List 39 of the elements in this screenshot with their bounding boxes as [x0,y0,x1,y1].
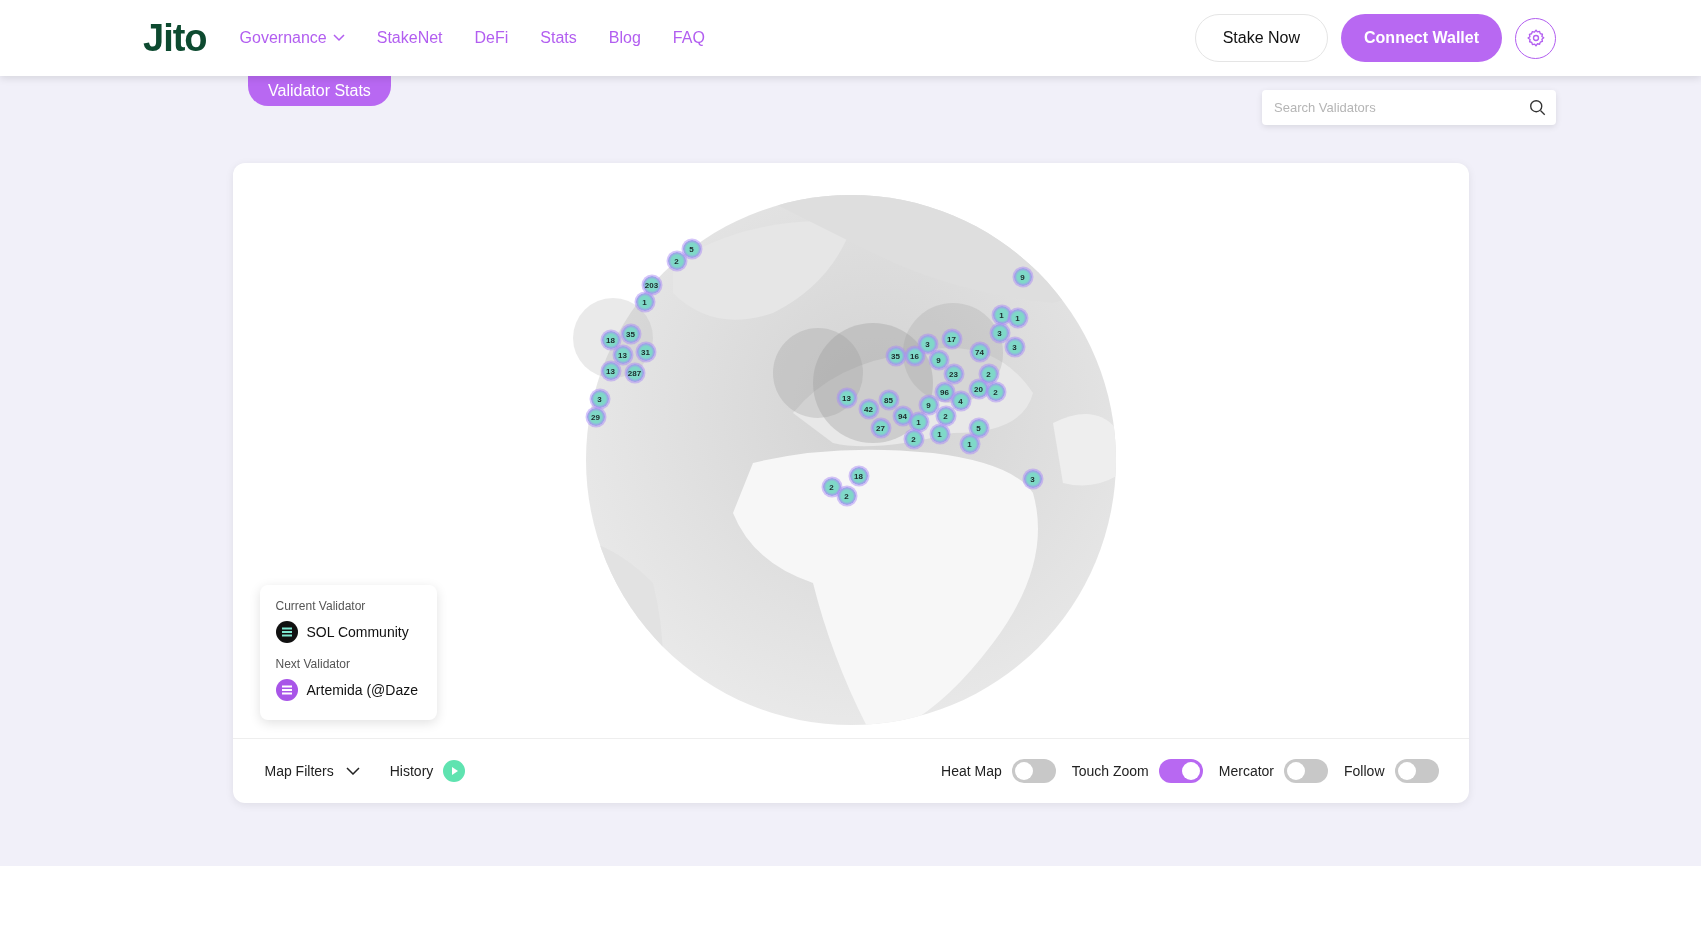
settings-icon [1525,28,1546,48]
stake-button[interactable]: Stake Now [1194,14,1329,62]
chevron-icon [332,34,345,42]
cluster-marker[interactable]: 5 [682,240,701,258]
nav-link[interactable]: Stats [540,29,577,47]
search-icon [1529,99,1546,116]
solana-icon [275,679,298,701]
play-icon[interactable] [443,760,466,782]
current-validator-name: SOL Community [306,624,409,640]
solana-icon [275,621,298,643]
nav-link[interactable]: DeFi [474,29,509,47]
toggle-switch[interactable] [1394,759,1439,783]
chevron-icon [345,767,360,775]
next-validator-name: Artemida (@Daze [306,682,418,698]
nav-link[interactable]: Governance [239,29,345,47]
toggle-label: Touch Zoom [1071,763,1149,779]
toggle-switch[interactable] [1158,759,1203,783]
current-validator-label: Current Validator [275,599,367,613]
settings-button[interactable] [1515,17,1556,59]
toggle-label: Heat Map [941,763,1002,779]
search-field[interactable]: Search Validators [1262,90,1556,125]
history-label: History [389,763,434,779]
toggle-label: Follow [1344,763,1385,779]
nav-link[interactable]: Blog [608,29,641,47]
toggle-switch[interactable] [1284,759,1329,783]
cluster-marker[interactable]: 1 [635,293,654,311]
nav-link[interactable]: FAQ [672,29,705,47]
cluster-marker[interactable]: 13 [601,362,620,380]
cluster-marker[interactable]: 18 [601,331,620,349]
next-validator-label: Next Validator [275,657,351,671]
toggle-label: Mercator [1218,763,1275,779]
map-filters-dropdown[interactable]: Map Filters [264,763,360,779]
nav-link[interactable]: StakeNet [376,29,443,47]
cluster-marker[interactable]: 2 [667,252,686,270]
cluster-marker[interactable]: 203 [642,276,661,294]
toggle-switch[interactable] [1011,759,1056,783]
logo[interactable]: Jito [143,16,207,60]
cluster-marker[interactable]: 29 [586,408,605,426]
cluster-marker[interactable]: 3 [590,390,609,408]
